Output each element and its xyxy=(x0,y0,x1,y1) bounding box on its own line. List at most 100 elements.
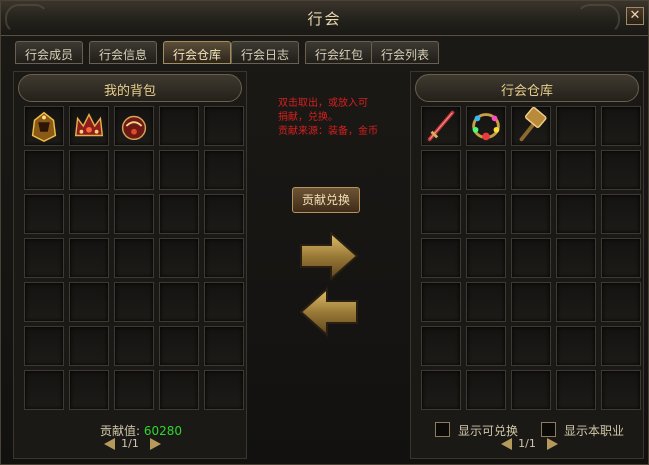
warehouse-slot[interactable] xyxy=(421,238,461,278)
exchange-button[interactable]: 贡献兑换 xyxy=(292,187,360,213)
warehouse-slot[interactable] xyxy=(556,326,596,366)
backpack-slot[interactable] xyxy=(69,238,109,278)
backpack-slot[interactable] xyxy=(69,194,109,234)
backpack-slot[interactable] xyxy=(114,194,154,234)
backpack-slot[interactable] xyxy=(159,282,199,322)
warehouse-slot[interactable] xyxy=(466,370,506,410)
helm-icon xyxy=(121,115,147,141)
warehouse-slot[interactable] xyxy=(601,150,641,190)
backpack-slot[interactable] xyxy=(159,150,199,190)
warehouse-slot[interactable] xyxy=(601,282,641,322)
backpack-slot[interactable] xyxy=(24,106,64,146)
backpack-slot[interactable] xyxy=(114,326,154,366)
tab-info[interactable]: 行会信息 xyxy=(89,41,157,64)
warehouse-slot[interactable] xyxy=(421,194,461,234)
warehouse-slot[interactable] xyxy=(556,106,596,146)
close-icon: ✕ xyxy=(629,8,641,23)
warehouse-slot[interactable] xyxy=(556,194,596,234)
warehouse-slot[interactable] xyxy=(601,106,641,146)
warehouse-slot[interactable] xyxy=(511,326,551,366)
warehouse-slot[interactable] xyxy=(556,370,596,410)
warehouse-slot[interactable] xyxy=(511,150,551,190)
backpack-slot[interactable] xyxy=(159,194,199,234)
transfer-left-arrow-icon[interactable] xyxy=(299,287,359,337)
backpack-slot[interactable] xyxy=(204,282,244,322)
warehouse-slot[interactable] xyxy=(421,106,461,146)
warehouse-panel: 行会仓库 显示可兑换 显示本职业 1/1 xyxy=(410,71,644,459)
backpack-slot[interactable] xyxy=(69,150,109,190)
window-title: 行会 xyxy=(307,10,342,28)
warehouse-slot[interactable] xyxy=(556,238,596,278)
backpack-title: 我的背包 xyxy=(103,84,156,99)
next-page-icon[interactable] xyxy=(547,438,558,450)
warehouse-slot[interactable] xyxy=(511,370,551,410)
warehouse-slot[interactable] xyxy=(421,282,461,322)
tab-members[interactable]: 行会成员 xyxy=(15,41,83,64)
warehouse-slot[interactable] xyxy=(601,326,641,366)
backpack-slot[interactable] xyxy=(24,150,64,190)
backpack-slot[interactable] xyxy=(69,282,109,322)
help-line: 捐献，兑换。 xyxy=(278,112,338,123)
close-button[interactable]: ✕ xyxy=(626,7,644,25)
help-line: 双击取出，或放入可 xyxy=(278,98,368,109)
warehouse-slot[interactable] xyxy=(511,106,551,146)
warehouse-slot[interactable] xyxy=(556,282,596,322)
warehouse-header: 行会仓库 xyxy=(415,74,639,102)
backpack-slot[interactable] xyxy=(159,238,199,278)
backpack-slot[interactable] xyxy=(159,106,199,146)
backpack-slot[interactable] xyxy=(114,370,154,410)
warehouse-title: 行会仓库 xyxy=(500,84,553,99)
backpack-slot[interactable] xyxy=(114,150,154,190)
warehouse-slot[interactable] xyxy=(466,282,506,322)
backpack-slot[interactable] xyxy=(114,106,154,146)
warehouse-slot[interactable] xyxy=(601,194,641,234)
backpack-slot[interactable] xyxy=(114,238,154,278)
hammer-icon xyxy=(519,106,547,142)
warehouse-pager: 1/1 xyxy=(411,436,643,452)
tab-redpacket[interactable]: 行会红包 xyxy=(305,41,373,64)
backpack-slot[interactable] xyxy=(114,282,154,322)
warehouse-slot[interactable] xyxy=(466,326,506,366)
backpack-slot[interactable] xyxy=(159,370,199,410)
transfer-right-arrow-icon[interactable] xyxy=(299,231,359,281)
title-ornament-right xyxy=(576,4,620,34)
backpack-slot[interactable] xyxy=(69,370,109,410)
warehouse-slot[interactable] xyxy=(421,326,461,366)
filter-class-checkbox[interactable] xyxy=(541,422,556,437)
warehouse-slot[interactable] xyxy=(421,370,461,410)
next-page-icon[interactable] xyxy=(150,438,161,450)
backpack-slot[interactable] xyxy=(24,238,64,278)
backpack-slot[interactable] xyxy=(24,326,64,366)
warehouse-slot[interactable] xyxy=(511,194,551,234)
warehouse-slot[interactable] xyxy=(601,370,641,410)
backpack-slot[interactable] xyxy=(159,326,199,366)
warehouse-slot[interactable] xyxy=(511,282,551,322)
warehouse-slot[interactable] xyxy=(511,238,551,278)
backpack-slot[interactable] xyxy=(204,194,244,234)
tab-warehouse[interactable]: 行会仓库 xyxy=(163,41,231,64)
backpack-slot[interactable] xyxy=(204,106,244,146)
tab-log[interactable]: 行会日志 xyxy=(231,41,299,64)
tab-list[interactable]: 行会列表 xyxy=(371,41,439,64)
warehouse-slot[interactable] xyxy=(466,238,506,278)
warehouse-slot[interactable] xyxy=(421,150,461,190)
backpack-slot[interactable] xyxy=(204,150,244,190)
warehouse-slot[interactable] xyxy=(601,238,641,278)
backpack-header: 我的背包 xyxy=(18,74,242,102)
backpack-slot[interactable] xyxy=(204,238,244,278)
backpack-slot[interactable] xyxy=(24,282,64,322)
backpack-slot[interactable] xyxy=(69,106,109,146)
warehouse-slot[interactable] xyxy=(466,194,506,234)
backpack-slot[interactable] xyxy=(24,370,64,410)
backpack-slot[interactable] xyxy=(24,194,64,234)
help-text: 双击取出，或放入可 捐献，兑换。 贡献来源：装备，金币 xyxy=(278,97,398,139)
warehouse-slot[interactable] xyxy=(556,150,596,190)
backpack-slot[interactable] xyxy=(204,326,244,366)
warehouse-slot[interactable] xyxy=(466,106,506,146)
filter-exchangeable-checkbox[interactable] xyxy=(435,422,450,437)
warehouse-slot[interactable] xyxy=(466,150,506,190)
title-bar[interactable]: 行会 xyxy=(1,1,648,36)
backpack-slot[interactable] xyxy=(204,370,244,410)
backpack-pager: 1/1 xyxy=(14,436,246,452)
backpack-slot[interactable] xyxy=(69,326,109,366)
